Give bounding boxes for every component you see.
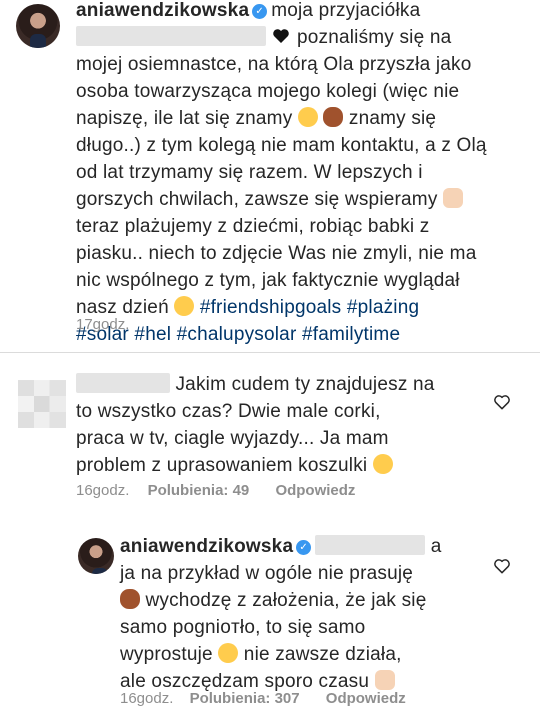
heart-outline-icon[interactable] [492,392,512,412]
reply-line: nie zawsze działa, [243,644,402,665]
caption-line: moja przyjaciółka [271,0,421,21]
reply-author-avatar[interactable] [78,538,114,574]
reply-button[interactable]: Odpowiedz [326,690,406,707]
blurred-mention [76,26,266,46]
post-caption: aniawendzikowska ✓ moja przyjaciółka pozna… [76,0,526,348]
flexed-biceps-emoji [443,188,464,208]
post-timestamp: 17godz. [76,316,130,333]
hashtags[interactable]: #friendshipgoals #plażing [200,297,419,318]
laughing-emoji [297,107,318,127]
comment-line: praca w tv, ciagle wyjazdy... Ja mam [76,428,389,449]
divider [0,352,540,353]
caption-line: poznaliśmy się na [296,27,452,48]
comment-text: Jakim cudem ty znajdujesz na to wszystko… [76,371,476,479]
caption-line: znamy się [348,108,437,129]
see-no-evil-monkey-emoji [120,589,140,609]
laughing-emoji [372,454,393,474]
laughing-emoji [218,643,239,663]
caption-line: piasku.. niech to zdjęcie Was nie zmyli,… [76,243,477,264]
reply-likes[interactable]: Polubienia: 307 [190,690,300,707]
caption-line: teraz plażujemy z dziećmi, robiąc babki … [76,216,430,237]
caption-line: od lat trzymamy się razem. W lepszych i [76,162,423,183]
blurred-commenter-avatar [18,380,66,428]
post-author-avatar[interactable] [16,4,60,48]
reply-line: ja na przykład w ogóle nie prasuję [120,563,414,584]
verified-badge-icon: ✓ [296,540,312,555]
reply-meta: 16godz. Polubienia: 307 Odpowiedz [120,690,520,707]
blurred-mention [315,535,426,555]
see-no-evil-monkey-emoji [323,107,344,127]
caption-line: osoba towarzysząca mojego kolegi (więc n… [76,81,460,102]
reply-timestamp: 16godz. [120,690,174,707]
comment-meta: 16godz. Polubienia: 49 Odpowiedz [76,482,516,499]
reply-text: aniawendzikowska ✓ a ja na przykład w ogó… [120,533,520,695]
flexed-biceps-emoji [374,670,395,690]
reply-username[interactable]: aniawendzikowska [120,536,293,557]
zany-face-emoji [174,296,195,316]
reply-button[interactable]: Odpowiedz [275,482,355,499]
caption-line: nasz dzień [76,297,169,318]
reply-line: wychodzę z założenia, że jak się [145,590,427,611]
caption-line: nic wspólnego z tym, jak faktycznie wygl… [76,270,460,291]
caption-line: gorszych chwilach, zawsze się wspieramy [76,189,438,210]
caption-line: napiszę, ile lat się znamy [76,108,293,129]
heart-outline-icon[interactable] [492,556,512,576]
reply-line: a [430,536,442,557]
reply-line: samo pognioтło, to się samo [120,617,366,638]
caption-line: mojej osiemnastce, na którą Ola przyszła… [76,54,472,75]
black-heart-emoji [271,26,291,46]
hashtags[interactable]: #solar #hel #chalupysolar #familytime [76,321,526,348]
reply-line: wyprostuje [120,644,213,665]
reply-line: ale oszczędzam sporo czasu [120,671,370,692]
post-username[interactable]: aniawendzikowska [76,0,249,21]
comment-line: to wszystko czas? Dwie male corki, [76,401,381,422]
comment-likes[interactable]: Polubienia: 49 [148,482,250,499]
comment-line: problem z uprasowaniem koszulki [76,455,368,476]
verified-badge-icon: ✓ [252,4,268,19]
blurred-username [76,373,170,393]
comment-timestamp: 16godz. [76,482,130,499]
caption-line: długo..) z tym kolegą nie mam kontaktu, … [76,135,487,156]
comment-line: Jakim cudem ty znajdujesz na [175,374,435,395]
